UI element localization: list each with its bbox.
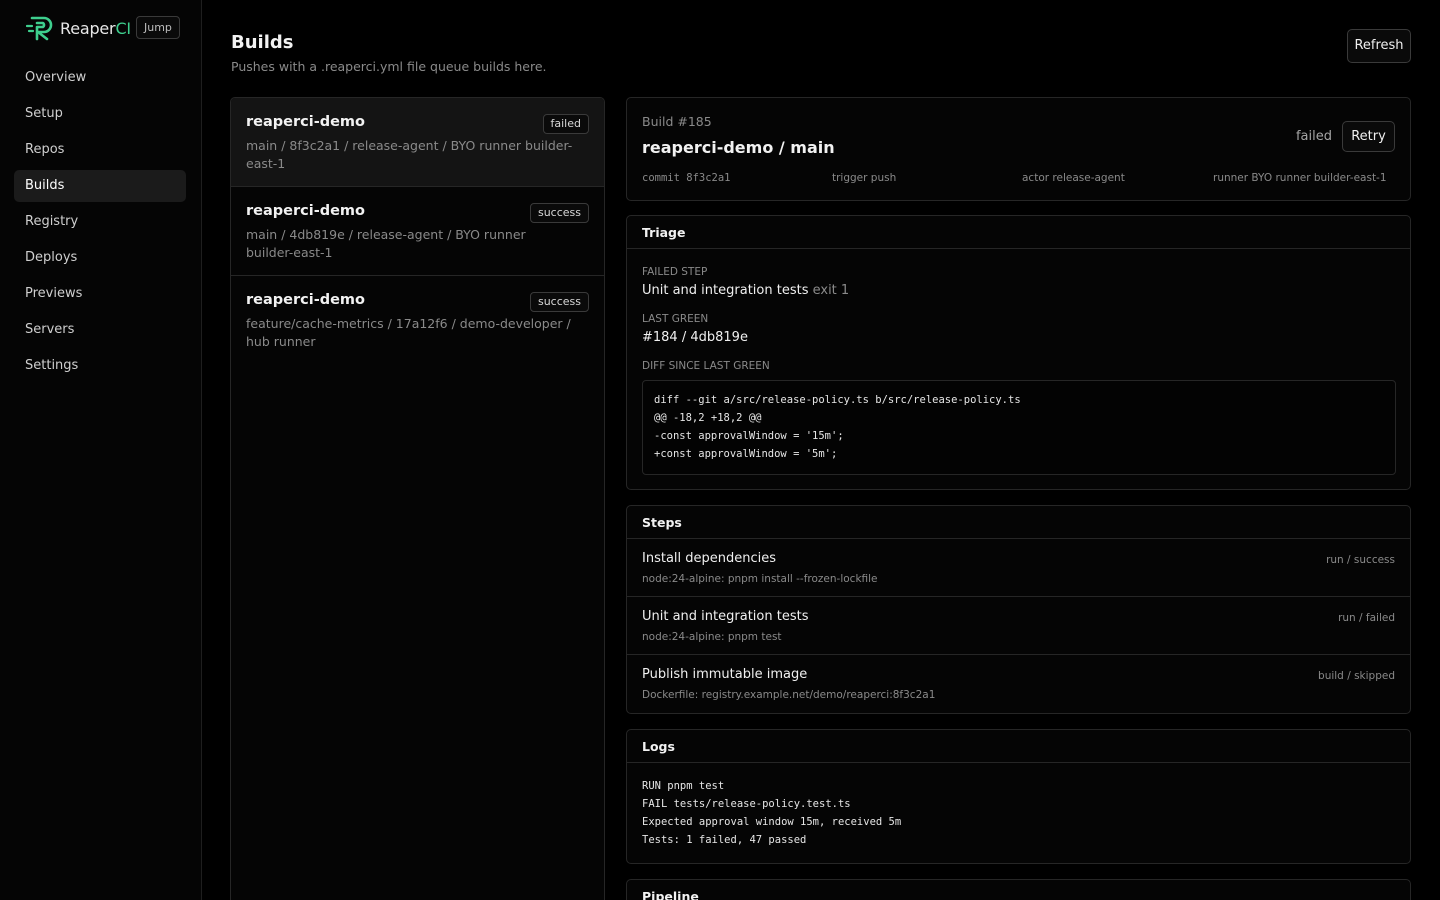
log-line: RUN pnpm test [642, 780, 725, 792]
brand-name: ReaperCI [60, 18, 131, 38]
step-status: build / skipped [1318, 670, 1395, 682]
build-meta: feature/cache-metrics / 17a12f6 / demo-d… [246, 316, 571, 349]
diff-label: Diff since last green [642, 360, 770, 372]
status-badge: success [529, 292, 589, 312]
build-commit: commit 8f3c2a1 [642, 172, 731, 184]
page-subtitle: Pushes with a .reaperci.yml file queue b… [231, 59, 547, 74]
sidebar-item-deploys[interactable]: Deploys [14, 242, 186, 274]
jump-button[interactable]: Jump [136, 16, 180, 39]
build-list-item[interactable]: reaperci-demo main / 8f3c2a1 / release-a… [231, 98, 604, 187]
reaperci-logo-icon [26, 16, 53, 41]
sidebar-item-registry[interactable]: Registry [14, 206, 186, 238]
build-list-item[interactable]: reaperci-demo feature/cache-metrics / 17… [231, 276, 604, 364]
refresh-button[interactable]: Refresh [1347, 29, 1411, 63]
sidebar-item-overview[interactable]: Overview [14, 62, 186, 94]
last-green-value: #184 / 4db819e [642, 330, 748, 345]
retry-button[interactable]: Retry [1342, 121, 1395, 152]
status-badge: failed [542, 114, 589, 134]
step-command: node:24-alpine: pnpm install --frozen-lo… [642, 573, 878, 585]
step-row[interactable]: Publish immutable image Dockerfile: regi… [627, 655, 1410, 713]
log-line: Expected approval window 15m, received 5… [642, 816, 902, 828]
build-detail-header: Build #185 reaperci-demo / main failed R… [626, 97, 1411, 201]
build-runner: runner BYO runner builder-east-1 [1213, 172, 1387, 184]
brand-logo[interactable]: ReaperCI [26, 14, 131, 42]
pipeline-card: Pipeline [626, 879, 1411, 900]
sidebar-item-builds[interactable]: Builds [14, 170, 186, 202]
build-status: failed [1295, 129, 1332, 144]
build-meta: main / 4db819e / release-agent / BYO run… [246, 227, 526, 260]
failed-step-label: Failed step [642, 266, 708, 278]
step-row[interactable]: Unit and integration tests node:24-alpin… [627, 597, 1410, 655]
pipeline-title: Pipeline [642, 889, 699, 900]
build-title: reaperci-demo / main [642, 138, 835, 157]
page-title: Builds [231, 32, 294, 53]
step-name: Publish immutable image [642, 667, 808, 682]
log-line: FAIL tests/release-policy.test.ts [642, 798, 851, 810]
triage-title: Triage [627, 216, 1410, 249]
logs-card: Logs RUN pnpm test FAIL tests/release-po… [626, 729, 1411, 864]
step-command: node:24-alpine: pnpm test [642, 631, 782, 643]
sidebar-item-setup[interactable]: Setup [14, 98, 186, 130]
step-command: Dockerfile: registry.example.net/demo/re… [642, 689, 936, 701]
diff-line: +const approvalWindow = '5m'; [654, 448, 838, 460]
triage-card: Triage Failed step Unit and integration … [626, 215, 1411, 490]
step-status: run / success [1326, 554, 1395, 566]
steps-card: Steps Install dependencies node:24-alpin… [626, 505, 1411, 714]
sidebar-item-servers[interactable]: Servers [14, 314, 186, 346]
step-name: Unit and integration tests [642, 609, 809, 624]
step-status: run / failed [1338, 612, 1395, 624]
diff-line: -const approvalWindow = '15m'; [654, 430, 844, 442]
log-output: RUN pnpm test FAIL tests/release-policy.… [627, 763, 1410, 863]
build-trigger: trigger push [832, 172, 897, 184]
step-name: Install dependencies [642, 551, 777, 566]
sidebar-item-previews[interactable]: Previews [14, 278, 186, 310]
diff-block: diff --git a/src/release-policy.ts b/src… [642, 380, 1396, 475]
build-actor: actor release-agent [1022, 172, 1125, 184]
log-line: Tests: 1 failed, 47 passed [642, 834, 807, 846]
diff-line: diff --git a/src/release-policy.ts b/src… [654, 394, 1021, 406]
build-list: reaperci-demo main / 8f3c2a1 / release-a… [230, 97, 605, 900]
exit-code: exit 1 [812, 283, 850, 298]
failed-step-value: Unit and integration tests exit 1 [642, 283, 850, 298]
build-list-item[interactable]: reaperci-demo main / 4db819e / release-a… [231, 187, 604, 276]
build-repo: reaperci-demo [246, 114, 366, 130]
steps-title: Steps [627, 506, 1410, 539]
step-row[interactable]: Install dependencies node:24-alpine: pnp… [627, 539, 1410, 597]
logs-title: Logs [627, 730, 1410, 763]
status-badge: success [529, 203, 589, 223]
sidebar-item-settings[interactable]: Settings [14, 350, 186, 382]
diff-line: @@ -18,2 +18,2 @@ [654, 412, 762, 424]
sidebar: ReaperCI Jump Overview Setup Repos Build… [0, 0, 202, 900]
build-meta: main / 8f3c2a1 / release-agent / BYO run… [246, 138, 573, 171]
sidebar-item-repos[interactable]: Repos [14, 134, 186, 166]
sidebar-nav: Overview Setup Repos Builds Registry Dep… [14, 62, 186, 386]
last-green-label: Last green [642, 313, 709, 325]
build-number: Build #185 [642, 114, 712, 129]
